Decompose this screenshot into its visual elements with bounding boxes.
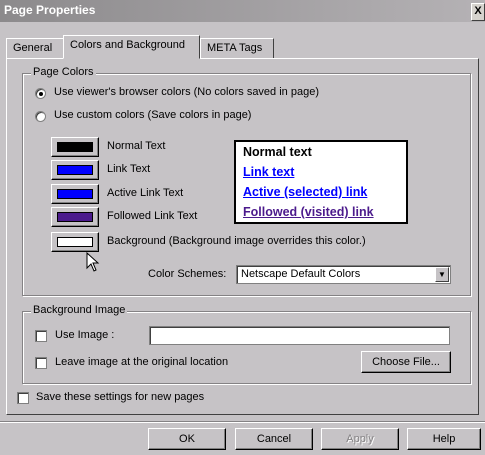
background-image-group: Background Image bbox=[22, 304, 471, 384]
color-schemes-value: Netscape Default Colors bbox=[241, 268, 361, 280]
leave-image-label[interactable]: Leave image at the original location bbox=[55, 356, 228, 368]
help-button[interactable]: Help bbox=[407, 428, 481, 450]
normal-text-color-button[interactable] bbox=[51, 137, 99, 157]
link-text-color-button[interactable] bbox=[51, 160, 99, 180]
link-text-label: Link Text bbox=[107, 163, 151, 175]
ok-button[interactable]: OK bbox=[148, 428, 226, 450]
use-image-checkbox[interactable] bbox=[35, 330, 47, 342]
background-swatch bbox=[57, 237, 93, 247]
choose-file-button[interactable]: Choose File... bbox=[361, 351, 451, 373]
tab-general-label: General bbox=[13, 42, 53, 54]
tab-general[interactable]: General bbox=[6, 38, 64, 58]
footer-divider bbox=[0, 421, 485, 423]
use-image-label[interactable]: Use Image : bbox=[55, 329, 114, 341]
apply-button[interactable]: Apply bbox=[321, 428, 399, 450]
color-schemes-select[interactable]: Netscape Default Colors ▼ bbox=[236, 265, 451, 284]
color-schemes-label: Color Schemes: bbox=[148, 268, 227, 280]
background-image-legend: Background Image bbox=[31, 304, 128, 316]
preview-followed-link: Followed (visited) link bbox=[243, 205, 374, 219]
window-title: Page Properties bbox=[4, 3, 96, 17]
cancel-button[interactable]: Cancel bbox=[235, 428, 313, 450]
browser-colors-label[interactable]: Use viewer's browser colors (No colors s… bbox=[54, 86, 319, 98]
active-link-swatch bbox=[57, 189, 93, 199]
followed-link-label: Followed Link Text bbox=[107, 210, 198, 222]
chevron-down-icon[interactable]: ▼ bbox=[435, 267, 449, 282]
tab-meta-label: META Tags bbox=[207, 42, 263, 54]
active-link-label: Active Link Text bbox=[107, 187, 184, 199]
browser-colors-radio[interactable] bbox=[35, 88, 46, 99]
background-label: Background (Background image overrides t… bbox=[107, 235, 366, 247]
close-icon[interactable]: X bbox=[471, 3, 485, 21]
followed-link-swatch bbox=[57, 212, 93, 222]
tab-meta-tags[interactable]: META Tags bbox=[200, 38, 274, 58]
color-preview-box: Normal text Link text Active (selected) … bbox=[234, 140, 408, 224]
preview-normal-text: Normal text bbox=[243, 145, 312, 159]
title-bar: Page Properties X bbox=[0, 0, 485, 22]
active-link-color-button[interactable] bbox=[51, 184, 99, 204]
image-path-input[interactable] bbox=[149, 326, 450, 345]
tab-colors-label: Colors and Background bbox=[70, 39, 185, 51]
preview-active-link: Active (selected) link bbox=[243, 185, 368, 199]
page-colors-legend: Page Colors bbox=[31, 66, 96, 78]
mouse-cursor-icon bbox=[86, 252, 100, 272]
tab-colors-and-background[interactable]: Colors and Background bbox=[63, 35, 200, 59]
custom-colors-label[interactable]: Use custom colors (Save colors in page) bbox=[54, 109, 251, 121]
normal-text-swatch bbox=[57, 142, 93, 152]
background-color-button[interactable] bbox=[51, 232, 99, 252]
leave-image-checkbox[interactable] bbox=[35, 357, 47, 369]
save-settings-checkbox[interactable] bbox=[17, 392, 29, 404]
followed-link-color-button[interactable] bbox=[51, 207, 99, 227]
preview-link-text: Link text bbox=[243, 165, 295, 179]
normal-text-label: Normal Text bbox=[107, 140, 166, 152]
link-text-swatch bbox=[57, 165, 93, 175]
save-settings-label[interactable]: Save these settings for new pages bbox=[36, 391, 204, 403]
custom-colors-radio[interactable] bbox=[35, 111, 46, 122]
